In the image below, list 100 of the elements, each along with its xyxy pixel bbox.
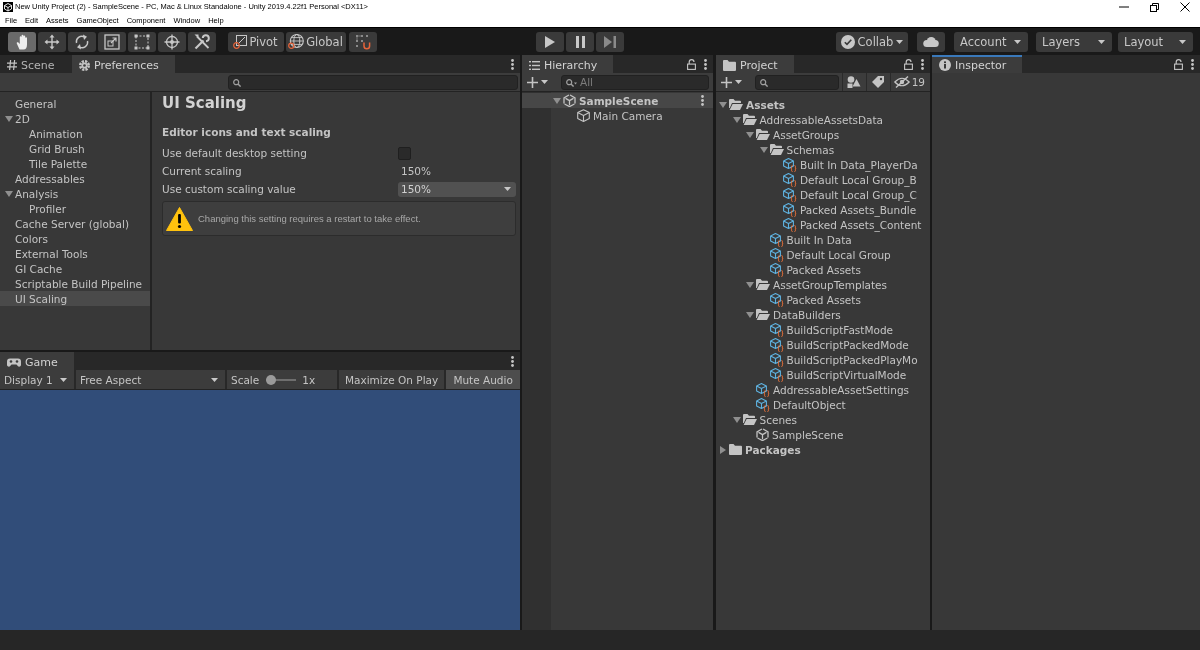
tree-item[interactable]: Packed Assets <box>716 292 930 307</box>
tool-button[interactable] <box>38 31 66 52</box>
disclosure-triangle-icon[interactable] <box>719 101 727 108</box>
tree-item[interactable]: Default Local Group <box>716 247 930 262</box>
tree-item[interactable]: BuildScriptVirtualMode <box>716 367 930 382</box>
disclosure-triangle-icon[interactable] <box>732 416 741 423</box>
panel-tab[interactable]: Hierarchy <box>522 55 614 73</box>
kebab-menu-icon[interactable] <box>921 58 924 70</box>
sidebar-item[interactable]: Analysis <box>0 186 150 201</box>
tool-button[interactable] <box>188 31 216 52</box>
pause-button[interactable] <box>566 31 594 52</box>
lock-icon[interactable] <box>904 58 913 70</box>
toggle-button[interactable]: Mute Audio <box>446 370 520 389</box>
disclosure-triangle-icon[interactable] <box>746 281 754 288</box>
tree-item[interactable]: AssetGroups <box>716 127 930 142</box>
tool-button[interactable] <box>158 31 186 52</box>
disclosure-triangle-icon[interactable] <box>553 97 561 104</box>
restore-icon[interactable] <box>1150 2 1159 12</box>
tree-item[interactable]: AddressableAssetSettings <box>716 382 930 397</box>
tree-item[interactable]: DefaultObject <box>716 397 930 412</box>
step-button[interactable] <box>596 31 624 52</box>
kebab-menu-icon[interactable] <box>511 355 514 367</box>
disclosure-triangle-icon[interactable] <box>746 131 754 138</box>
tree-item[interactable]: Packed Assets_Content <box>716 217 930 232</box>
sidebar-item[interactable]: Scriptable Build Pipeline <box>0 276 150 291</box>
tree-item[interactable]: BuildScriptFastMode <box>716 322 930 337</box>
disclosure-triangle-icon[interactable] <box>759 146 768 153</box>
tree-item[interactable]: Assets <box>716 97 930 112</box>
tool-button[interactable] <box>128 31 156 52</box>
sidebar-item[interactable]: Colors <box>0 231 150 246</box>
tree-item[interactable]: Schemas <box>716 142 930 157</box>
sidebar-item[interactable]: UI Scaling <box>0 291 150 306</box>
tree-item[interactable]: Default Local Group_B <box>716 172 930 187</box>
slider-thumb[interactable] <box>266 374 277 385</box>
search-field[interactable] <box>228 74 518 90</box>
caret-icon <box>1179 39 1186 44</box>
disclosure-triangle-icon[interactable] <box>746 311 754 318</box>
sidebar-item[interactable]: Addressables <box>0 171 150 186</box>
tree-item[interactable]: Default Local Group_C <box>716 187 930 202</box>
sidebar-item[interactable]: Grid Brush <box>0 141 150 156</box>
cloud-button[interactable] <box>917 31 945 52</box>
tool-button[interactable] <box>68 31 96 52</box>
kebab-menu-icon[interactable] <box>1191 58 1194 70</box>
panel-tab[interactable]: Preferences <box>72 55 175 73</box>
cube-braces-icon <box>756 382 770 397</box>
play-button[interactable] <box>536 31 564 52</box>
lock-icon[interactable] <box>1174 58 1183 70</box>
collab-button[interactable]: Collab <box>836 31 908 52</box>
tree-item[interactable]: AssetGroupTemplates <box>716 277 930 292</box>
tree-item[interactable]: Built In Data_PlayerDa <box>716 157 930 172</box>
pivot-button[interactable]: Pivot <box>228 31 284 52</box>
snap-button[interactable] <box>349 31 377 52</box>
layers-dropdown[interactable]: Layers <box>1036 31 1112 52</box>
tree-item[interactable]: SampleScene <box>716 427 930 442</box>
sidebar-item[interactable]: GI Cache <box>0 261 150 276</box>
hidden-count-button[interactable]: 19 <box>889 73 928 91</box>
lock-icon[interactable] <box>687 58 696 70</box>
tree-item[interactable]: Packages <box>716 442 930 457</box>
sidebar-item[interactable]: External Tools <box>0 246 150 261</box>
tree-item[interactable]: SampleScene <box>522 93 713 108</box>
sidebar-item[interactable]: General <box>0 96 150 111</box>
tree-item[interactable]: Packed Assets <box>716 262 930 277</box>
cube-braces-icon <box>783 217 797 232</box>
tree-item[interactable]: Scenes <box>716 412 930 427</box>
tree-item[interactable]: BuildScriptPackedMode <box>716 337 930 352</box>
sidebar-item[interactable]: Cache Server (global) <box>0 216 150 231</box>
tool-button[interactable] <box>8 31 36 52</box>
tree-item[interactable]: Built In Data <box>716 232 930 247</box>
panel-tab[interactable]: Project <box>716 55 794 73</box>
disclosure-triangle-icon[interactable] <box>5 190 13 197</box>
checkbox[interactable] <box>398 146 411 160</box>
dropdown[interactable]: 150% <box>398 181 516 197</box>
kebab-menu-icon[interactable] <box>701 95 704 106</box>
search-field[interactable]: All <box>561 74 709 90</box>
account-dropdown[interactable]: Account <box>954 31 1028 52</box>
sidebar-item[interactable]: Profiler <box>0 201 150 216</box>
search-field[interactable] <box>755 74 839 90</box>
panel-tab[interactable]: Inspector <box>932 55 1023 73</box>
layout-dropdown[interactable]: Layout <box>1118 31 1193 52</box>
close-icon[interactable] <box>1180 2 1190 12</box>
panel-tab[interactable]: Game <box>0 352 74 370</box>
disclosure-triangle-icon[interactable] <box>5 115 13 122</box>
tree-item[interactable]: AddressableAssetsData <box>716 112 930 127</box>
kebab-menu-icon[interactable] <box>704 58 707 70</box>
panel-tab[interactable]: Scene <box>0 55 72 73</box>
kebab-menu-icon[interactable] <box>511 58 514 70</box>
disclosure-triangle-icon[interactable] <box>732 116 741 123</box>
search-icon <box>566 78 577 87</box>
sidebar-item[interactable]: 2D <box>0 111 150 126</box>
global-button[interactable]: Global <box>286 31 346 52</box>
disclosure-triangle-icon[interactable] <box>720 445 726 454</box>
tree-item[interactable]: BuildScriptPackedPlayMo <box>716 352 930 367</box>
sidebar-item[interactable]: Animation <box>0 126 150 141</box>
sidebar-item[interactable]: Tile Palette <box>0 156 150 171</box>
tree-item[interactable]: Main Camera <box>522 108 713 123</box>
pause-icon <box>575 35 585 48</box>
tree-item[interactable]: DataBuilders <box>716 307 930 322</box>
tree-item[interactable]: Packed Assets_Bundle <box>716 202 930 217</box>
tool-button[interactable] <box>98 31 126 52</box>
help-text: Changing this setting requires a restart to take effect. <box>198 213 421 224</box>
